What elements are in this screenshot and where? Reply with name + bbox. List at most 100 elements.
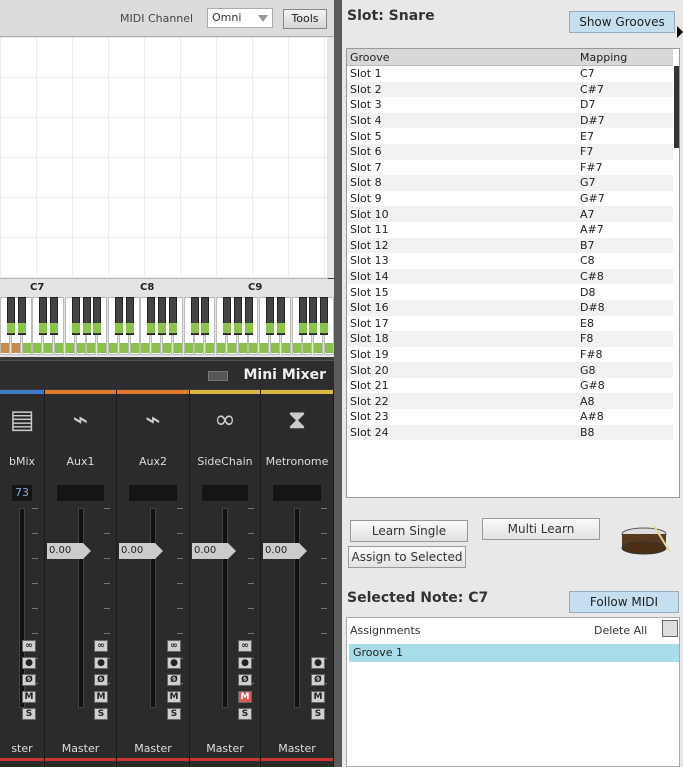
record-button[interactable]: ●	[311, 657, 325, 669]
solo-button[interactable]: S	[311, 708, 325, 720]
strip-output[interactable]: Master	[45, 742, 116, 755]
multi-learn-button[interactable]: Multi Learn	[482, 518, 600, 540]
table-row[interactable]: Slot 4 D#7	[347, 112, 673, 129]
solo-button[interactable]: S	[167, 708, 181, 720]
solo-button[interactable]: S	[238, 708, 252, 720]
mute-button[interactable]: M	[94, 691, 108, 703]
piano-keyboard[interactable]	[0, 297, 334, 357]
fader-handle[interactable]: 0.00	[119, 543, 163, 559]
table-row[interactable]: Slot 23 A#8	[347, 409, 673, 425]
phase-button[interactable]: Ø	[22, 674, 36, 686]
column-header-mapping[interactable]: Mapping	[577, 49, 673, 66]
strip-value[interactable]	[129, 485, 177, 501]
table-row[interactable]: Slot 20 G8	[347, 362, 673, 378]
fader-handle[interactable]: 0.00	[47, 543, 91, 559]
note-indicator	[22, 343, 31, 353]
delete-all-button[interactable]: Delete All	[594, 624, 647, 637]
trash-icon[interactable]	[662, 620, 678, 637]
groove-cell: Slot 12	[347, 237, 577, 254]
table-row[interactable]: Slot 8 G7	[347, 175, 673, 191]
solo-button[interactable]: S	[94, 708, 108, 720]
link-button[interactable]: ∞	[22, 640, 36, 652]
table-row[interactable]: Slot 19 F#8	[347, 347, 673, 363]
strip-output[interactable]: Master	[261, 742, 333, 755]
mapping-cell: F#7	[580, 160, 603, 174]
table-row[interactable]: Slot 1 C7	[347, 66, 673, 82]
fader-handle[interactable]: 0.00	[263, 543, 307, 559]
record-button[interactable]: ●	[94, 657, 108, 669]
table-row[interactable]: Slot 11 A#7	[347, 222, 673, 238]
column-header-groove[interactable]: Groove	[347, 49, 577, 66]
phase-button[interactable]: Ø	[311, 674, 325, 686]
note-indicator	[195, 343, 204, 353]
note-indicator	[55, 343, 63, 353]
link-button[interactable]: ∞	[167, 640, 181, 652]
groove-cell: Slot 21	[350, 379, 389, 393]
panel-divider[interactable]	[334, 0, 342, 767]
record-button[interactable]: ●	[22, 657, 36, 669]
strip-output[interactable]: Master	[117, 742, 189, 755]
table-scrollbar[interactable]	[674, 66, 679, 148]
octave-label: C9	[248, 282, 263, 293]
assign-to-selected-button[interactable]: Assign to Selected	[348, 546, 466, 568]
assignment-item[interactable]: Groove 1	[349, 644, 679, 662]
strip-value[interactable]	[202, 485, 248, 501]
cable-icon: ⌁	[145, 405, 161, 435]
mute-button[interactable]: M	[238, 691, 252, 703]
record-button[interactable]: ●	[167, 657, 181, 669]
learn-single-button[interactable]: Learn Single	[350, 520, 468, 542]
table-row[interactable]: Slot 14 C#8	[347, 268, 673, 285]
fader-track[interactable]	[222, 508, 228, 708]
mapping-cell: F8	[577, 331, 673, 347]
table-row[interactable]: Slot 18 F8	[347, 331, 673, 347]
table-row[interactable]: Slot 21 G#8	[347, 378, 673, 394]
mute-button[interactable]: M	[167, 691, 181, 703]
mapping-cell: A#7	[580, 223, 604, 237]
table-row[interactable]: Slot 12 B7	[347, 237, 673, 254]
fader-track[interactable]	[150, 508, 156, 708]
strip-value[interactable]	[273, 485, 321, 501]
table-row[interactable]: Slot 15 D8	[347, 284, 673, 300]
fader-track[interactable]	[77, 508, 84, 708]
note-indicator	[125, 323, 134, 333]
table-row[interactable]: Slot 17 E8	[347, 316, 673, 332]
table-row[interactable]: Slot 6 F7	[347, 143, 673, 160]
phase-button[interactable]: Ø	[238, 674, 252, 686]
show-grooves-button[interactable]: Show Grooves	[569, 11, 675, 33]
strip-value[interactable]	[57, 485, 104, 501]
table-row[interactable]: Slot 10 A7	[347, 206, 673, 222]
mixer-toggle[interactable]	[208, 371, 228, 381]
strip-output[interactable]: Master	[190, 742, 260, 755]
table-row[interactable]: Slot 22 A8	[347, 393, 673, 410]
table-row[interactable]: Slot 24 B8	[347, 424, 673, 441]
record-button[interactable]: ●	[238, 657, 252, 669]
table-row[interactable]: Slot 2 C#7	[347, 81, 673, 98]
note-grid[interactable]	[0, 37, 328, 279]
table-row[interactable]: Slot 9 G#7	[347, 191, 673, 207]
note-indicator	[217, 343, 225, 353]
mute-button[interactable]: M	[22, 691, 36, 703]
link-button[interactable]: ∞	[94, 640, 108, 652]
mute-button[interactable]: M	[311, 691, 325, 703]
grid-scrollbar[interactable]	[327, 37, 334, 278]
table-row[interactable]: Slot 3 D7	[347, 97, 673, 113]
phase-button[interactable]: Ø	[167, 674, 181, 686]
mixer-strip: ⌁ Aux2 0.00 ∞ ● Ø M S Master	[117, 390, 190, 767]
table-row[interactable]: Slot 13 C8	[347, 253, 673, 269]
fader-track[interactable]	[294, 508, 300, 708]
midi-channel-select[interactable]: Omni	[207, 8, 273, 28]
groove-table[interactable]: Groove Mapping Slot 1 C7 Slot 2 C#7 Slot 3 D7…	[346, 48, 680, 498]
table-row[interactable]: Slot 5 E7	[347, 128, 673, 144]
table-row[interactable]: Slot 7 F#7	[347, 160, 673, 176]
table-row[interactable]: Slot 16 D#8	[347, 299, 673, 316]
fader-handle[interactable]: 0.00	[192, 543, 236, 559]
mapping-cell: F7	[577, 143, 673, 160]
solo-button[interactable]: S	[22, 708, 36, 720]
tools-button[interactable]: Tools	[283, 9, 327, 29]
strip-output[interactable]: ster	[0, 742, 44, 755]
strip-value[interactable]: 73	[12, 485, 32, 501]
link-button[interactable]: ∞	[238, 640, 252, 652]
follow-midi-button[interactable]: Follow MIDI	[569, 591, 679, 613]
phase-button[interactable]: Ø	[94, 674, 108, 686]
note-indicator	[223, 323, 231, 333]
